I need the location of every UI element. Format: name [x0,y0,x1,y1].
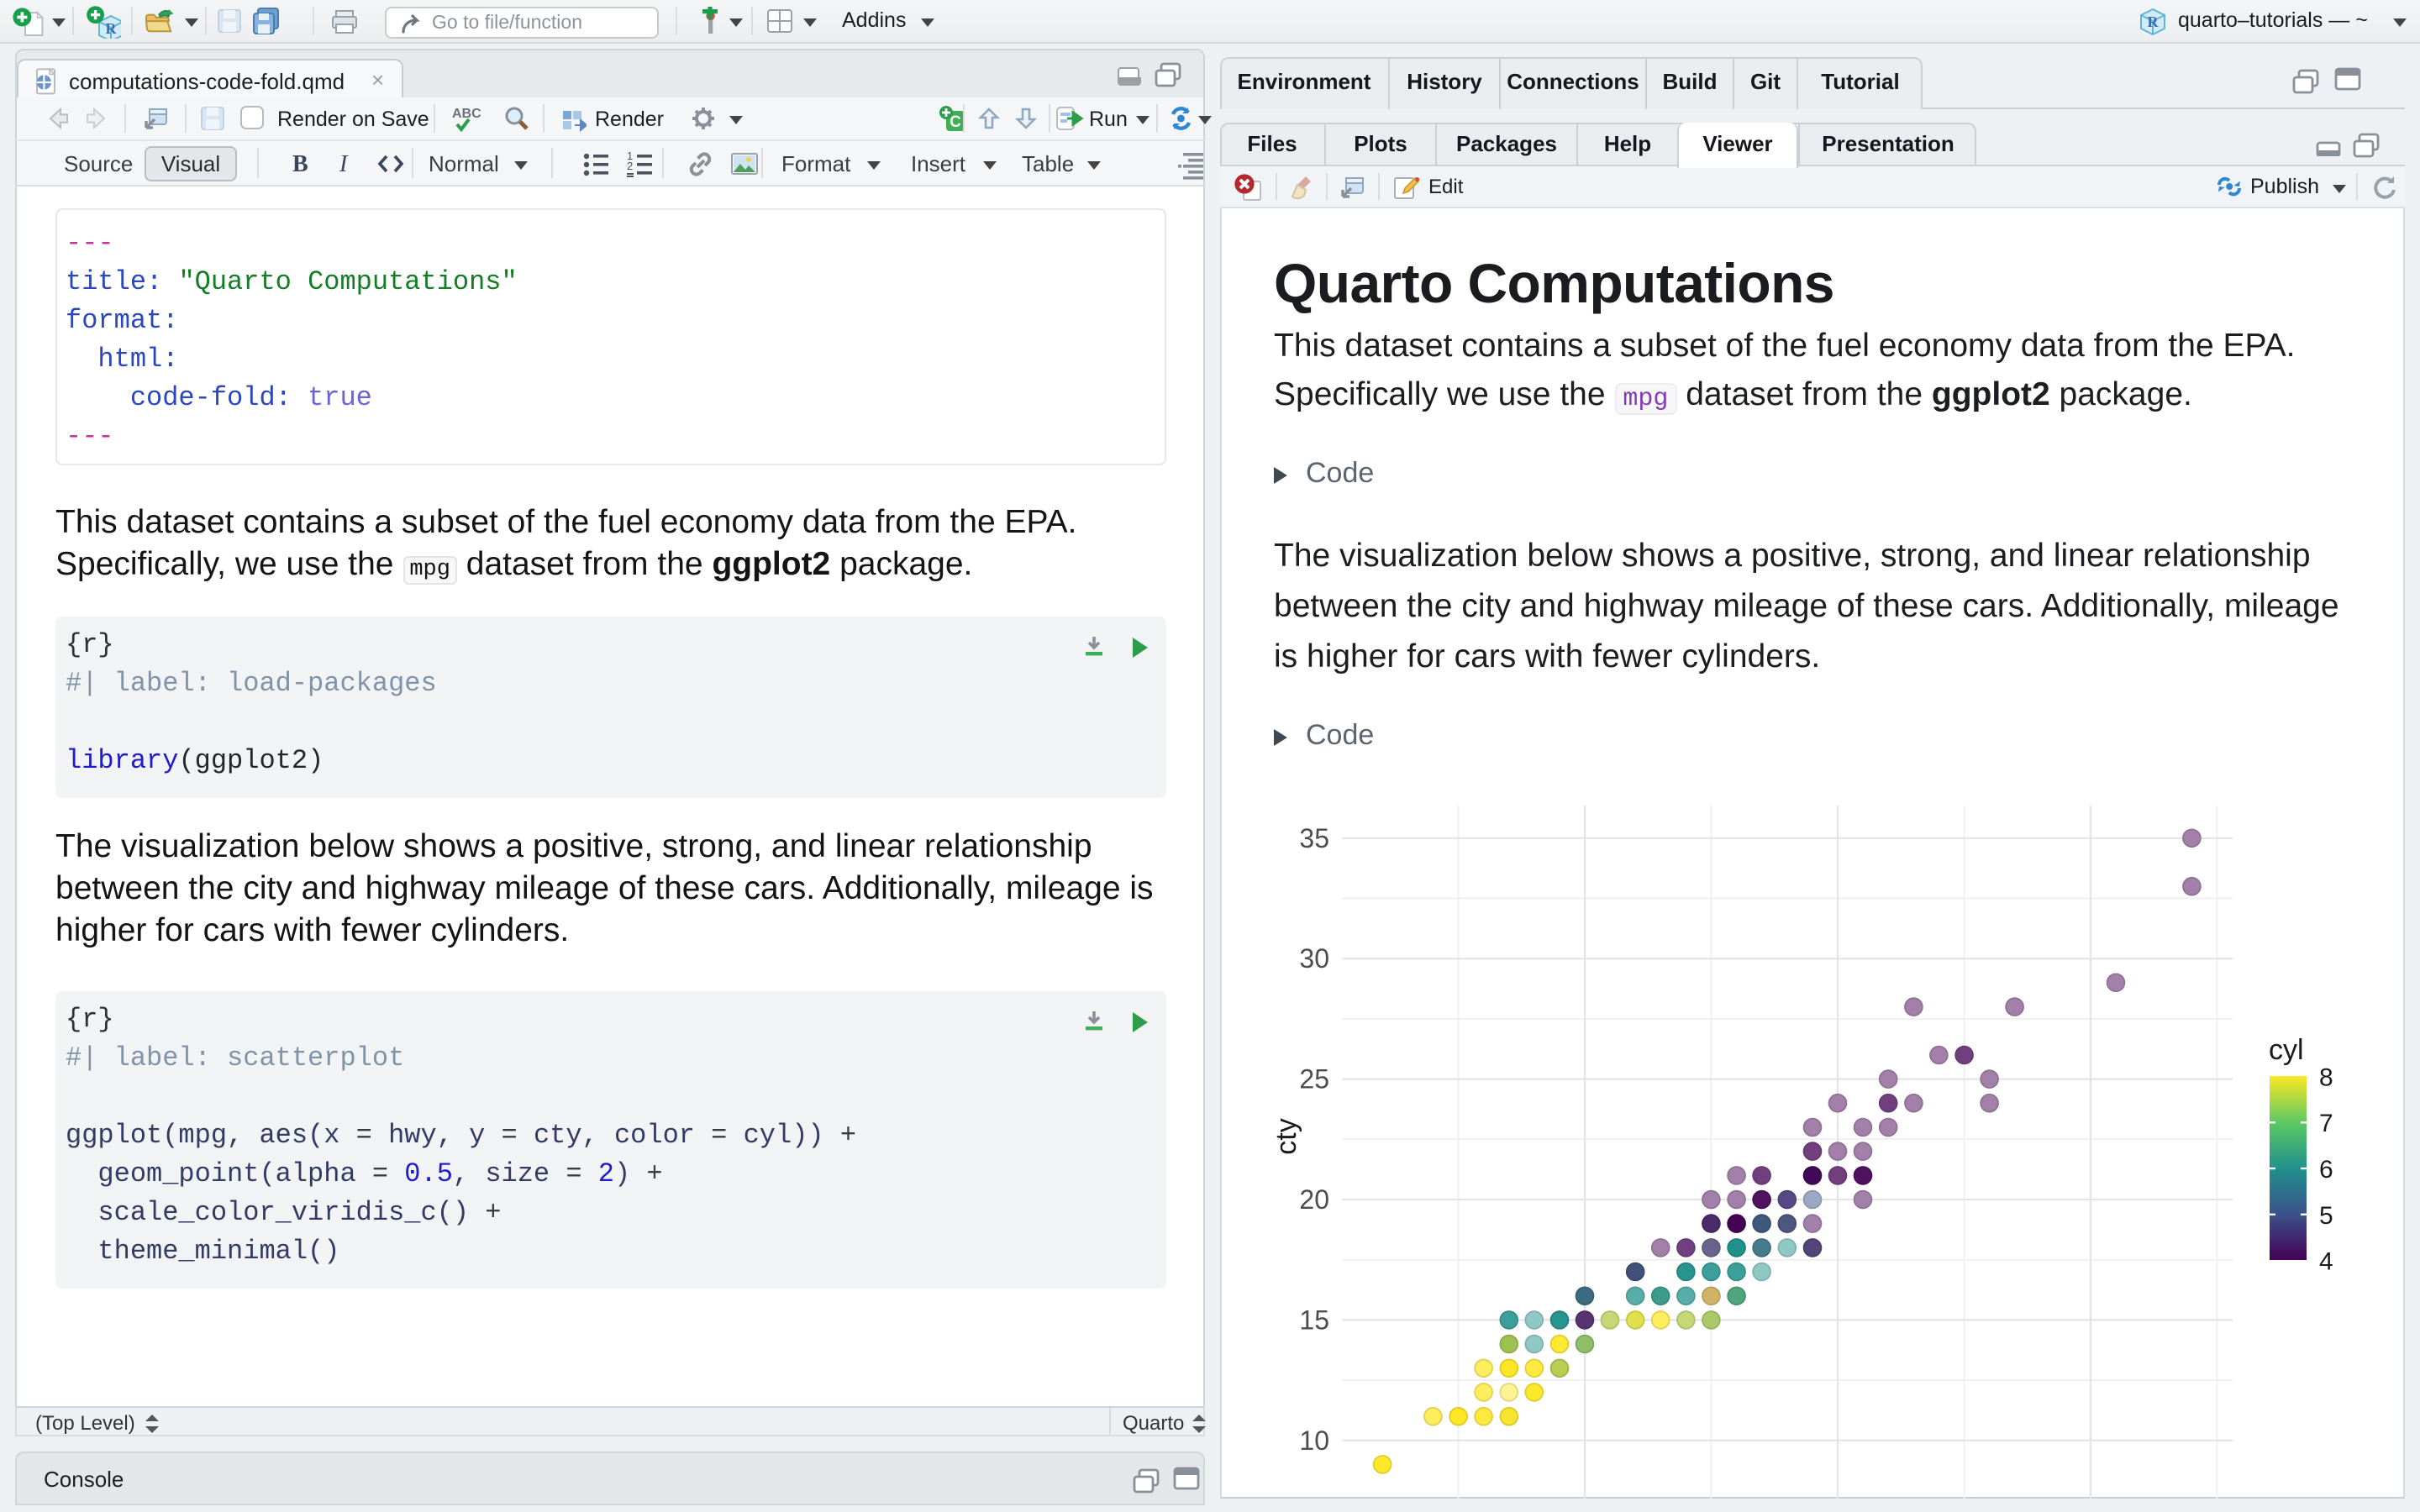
svg-text:25: 25 [1299,1063,1329,1094]
svg-text:B: B [292,151,308,177]
svg-text:8: 8 [2319,1063,2333,1091]
svg-text:R: R [2148,13,2160,30]
svg-text:I: I [339,151,349,177]
svg-text:ABC: ABC [452,107,481,121]
svg-text:2: 2 [627,160,633,172]
svg-text:10: 10 [1299,1425,1329,1455]
svg-text:6: 6 [2319,1155,2333,1183]
svg-text:R: R [106,20,118,37]
svg-text:4: 4 [2319,1247,2333,1275]
svg-text:7: 7 [2319,1109,2333,1137]
svg-text:35: 35 [1299,822,1329,853]
svg-text:cyl: cyl [2269,1033,2304,1065]
svg-text:15: 15 [1299,1304,1329,1334]
svg-text:20: 20 [1299,1184,1329,1214]
svg-text:5: 5 [2319,1201,2333,1229]
svg-text:cty: cty [1270,1117,1302,1153]
svg-text:30: 30 [1299,942,1329,973]
